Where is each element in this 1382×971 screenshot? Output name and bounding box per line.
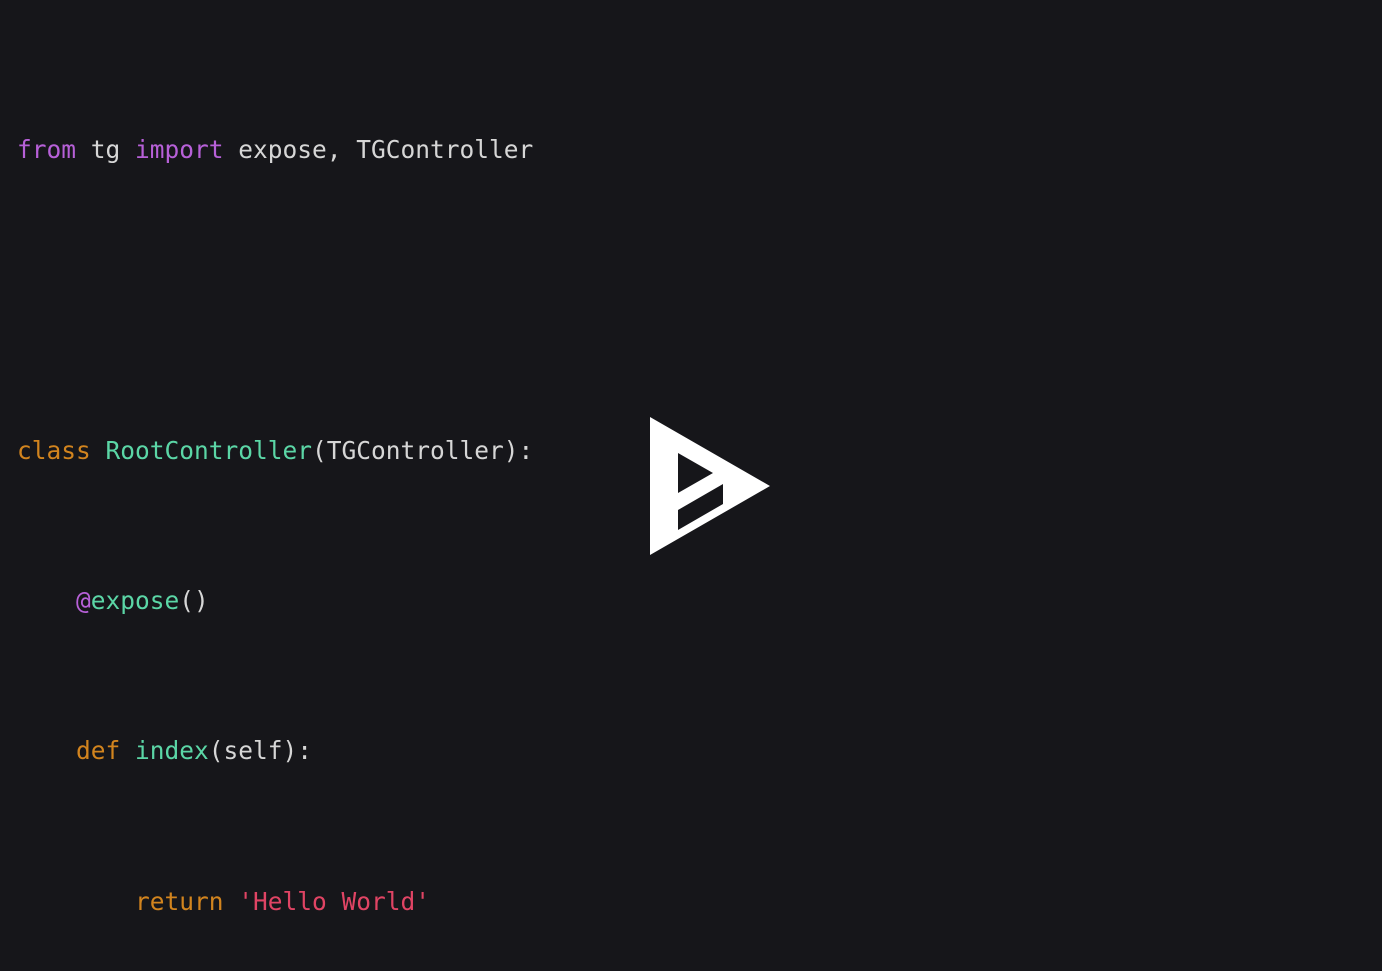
function-params: (self):	[208, 736, 313, 766]
terminal-screen: from tg import expose, TGController clas…	[0, 0, 1382, 971]
keyword-import: import	[135, 134, 224, 164]
decorator-name: expose	[90, 585, 180, 615]
code-line-1: from tg import expose, TGController	[17, 131, 1382, 169]
string-hello-world: 'Hello World'	[223, 886, 431, 916]
class-bases: (TGController):	[312, 435, 534, 465]
class-name: RootController	[90, 435, 313, 465]
keyword-class: class	[17, 435, 91, 465]
decorator-at: @	[17, 585, 91, 615]
import-names: expose, TGController	[223, 134, 534, 164]
module-tg: tg	[76, 134, 136, 164]
code-line-6: return 'Hello World'	[17, 883, 1382, 921]
code-line-2-blank	[17, 281, 1382, 319]
function-name: index	[120, 736, 209, 766]
code-buffer[interactable]: from tg import expose, TGController clas…	[0, 0, 1382, 971]
keyword-from: from	[17, 134, 77, 164]
code-line-3: class RootController(TGController):	[17, 432, 1382, 470]
keyword-return: return	[17, 886, 224, 916]
code-line-4: @expose()	[17, 582, 1382, 620]
code-line-5: def index(self):	[17, 732, 1382, 770]
decorator-call: ()	[179, 585, 209, 615]
keyword-def: def	[17, 736, 121, 766]
